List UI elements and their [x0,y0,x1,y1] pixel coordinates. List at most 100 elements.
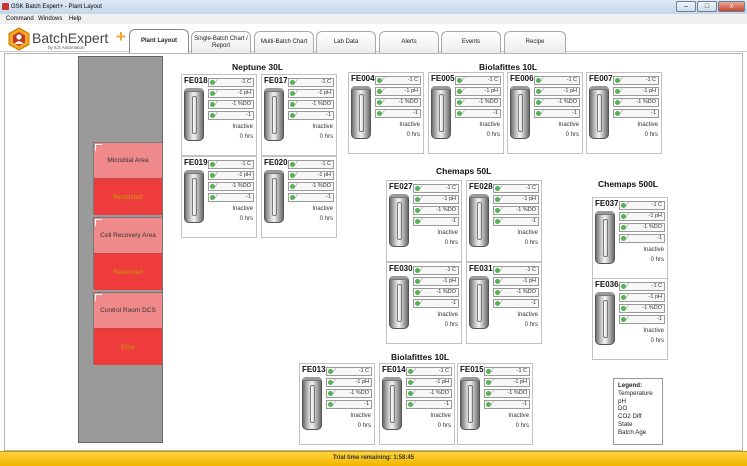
fermenter-unit[interactable]: FE004 ⁄ -1 C ⁄ -1 pH ⁄ -1 %DO ⁄ -1 Inactive 0 hrs [348,72,424,154]
tank-window [272,178,277,216]
readout-field: ⁄ -1 [375,109,421,118]
readout-value: -1 pH [435,379,449,385]
readout-field: ⁄ -1 C [493,266,539,275]
fermenter-unit[interactable]: FE014 ⁄ -1 C ⁄ -1 pH ⁄ -1 %DO ⁄ -1 Inactive 0 hrs [379,363,455,445]
readout-value: -1 C [320,79,331,85]
area-status: Restricted [94,254,162,290]
readout-field: ⁄ -1 C [288,78,334,87]
status-ok-icon [290,195,295,200]
readout-value: -1 C [240,161,251,167]
fermenter-unit[interactable]: FE020 ⁄ -1 C ⁄ -1 pH ⁄ -1 %DO ⁄ -1 Inactive 0 hrs [261,156,337,238]
slash-icon: ⁄ [542,88,543,94]
batch-age: 0 hrs [444,322,458,328]
readout-field: ⁄ -1 pH [493,277,539,286]
menu-bar: Command Windows Help [0,14,747,24]
unit-state: Inactive [637,122,658,128]
tank-lid [469,194,489,198]
fermenter-unit[interactable]: FE005 ⁄ -1 C ⁄ -1 pH ⁄ -1 %DO ⁄ -1 Inactive 0 hrs [428,72,504,154]
fermenter-unit[interactable]: FE036 ⁄ -1 C ⁄ -1 pH ⁄ -1 %DO ⁄ -1 Inactive 0 hrs [592,278,668,360]
slash-icon: ⁄ [383,99,384,105]
minimize-button[interactable]: – [676,1,696,12]
fermenter-unit[interactable]: FE018 ⁄ -1 C ⁄ -1 pH ⁄ -1 %DO ⁄ -1 Inactive 0 hrs [181,74,257,156]
area-control-room[interactable]: Control Room DCS Error [93,292,163,365]
readout-value: -1 %DO [642,224,662,230]
unit-state: Inactive [312,124,333,130]
slash-icon: ⁄ [621,110,622,116]
close-button[interactable]: x [718,1,745,12]
fermenter-unit[interactable]: FE030 ⁄ -1 C ⁄ -1 pH ⁄ -1 %DO ⁄ -1 Inactive 0 hrs [386,262,462,344]
status-ok-icon [328,369,333,374]
readout-value: -1 pH [642,88,656,94]
readout-field: ⁄ -1 %DO [413,206,459,215]
batch-age: 0 hrs [357,423,371,429]
fermenter-unit[interactable]: FE007 ⁄ -1 C ⁄ -1 pH ⁄ -1 %DO ⁄ -1 Inactive 0 hrs [586,72,662,154]
status-ok-icon [290,80,295,85]
fermenter-unit[interactable]: FE037 ⁄ -1 C ⁄ -1 pH ⁄ -1 %DO ⁄ -1 Inactive 0 hrs [592,197,668,279]
maximize-button[interactable]: □ [697,1,717,12]
readout-field: ⁄ -1 pH [208,171,254,180]
status-ok-icon [415,290,420,295]
readout-field: ⁄ -1 %DO [406,389,452,398]
tab-recipe[interactable]: Recipe [504,31,566,53]
tank-lid [302,377,322,381]
unit-name: FE027 [389,182,413,191]
fermenter-unit[interactable]: FE019 ⁄ -1 C ⁄ -1 pH ⁄ -1 %DO ⁄ -1 Inactive 0 hrs [181,156,257,238]
tank-lid [589,86,609,90]
menu-windows[interactable]: Windows [38,14,62,24]
readout-value: -1 %DO [557,99,577,105]
readout-value: -1 pH [522,278,536,284]
batch-age: 0 hrs [239,216,253,222]
readout-field: ⁄ -1 [406,400,452,409]
area-microbial[interactable]: Microbial Area Restricted [93,142,163,215]
menu-command[interactable]: Command [6,14,34,24]
tab-lab-data[interactable]: Lab Data [316,31,376,53]
fermenter-tank-icon [589,86,609,139]
tank-lid [389,194,409,198]
readout-field: ⁄ -1 %DO [375,98,421,107]
group-title: Chemaps 500L [598,179,658,189]
fermenter-unit[interactable]: FE015 ⁄ -1 C ⁄ -1 pH ⁄ -1 %DO ⁄ -1 Inactive 0 hrs [457,363,533,445]
batch-age: 0 hrs [444,240,458,246]
status-ok-icon [415,219,420,224]
status-ok-icon [408,402,413,407]
status-ok-icon [290,162,295,167]
status-ok-icon [210,113,215,118]
logo-plus: + [116,27,126,46]
status-ok-icon [495,208,500,213]
unit-name: FE014 [382,365,406,374]
readout-field: ⁄ -1 pH [288,171,334,180]
status-ok-icon [621,295,626,300]
readout-value: -1 pH [237,172,251,178]
tab-single-batch[interactable]: Single-Batch Chart / Report [191,31,251,53]
slash-icon: ⁄ [542,99,543,105]
batch-age: 0 hrs [650,338,664,344]
readout-value: -1 [451,218,456,224]
readout-field: ⁄ -1 [455,109,501,118]
fermenter-unit[interactable]: FE027 ⁄ -1 C ⁄ -1 pH ⁄ -1 %DO ⁄ -1 Inactive 0 hrs [386,180,462,262]
status-ok-icon [290,184,295,189]
fermenter-unit[interactable]: FE006 ⁄ -1 C ⁄ -1 pH ⁄ -1 %DO ⁄ -1 Inactive 0 hrs [507,72,583,154]
tab-alerts[interactable]: Alerts [379,31,439,53]
area-corner-icon [95,144,102,151]
tab-plant-layout[interactable]: Plant Layout [129,29,189,53]
fermenter-unit[interactable]: FE031 ⁄ -1 C ⁄ -1 pH ⁄ -1 %DO ⁄ -1 Inactive 0 hrs [466,262,542,344]
fermenter-unit[interactable]: FE017 ⁄ -1 C ⁄ -1 pH ⁄ -1 %DO ⁄ -1 Inactive 0 hrs [261,74,337,156]
tab-events[interactable]: Events [441,31,501,53]
slash-icon: ⁄ [216,194,217,200]
unit-name: FE019 [184,158,208,167]
readout-value: -1 %DO [231,101,251,107]
tab-multi-batch[interactable]: Multi-Batch Chart [254,31,314,53]
slash-icon: ⁄ [296,183,297,189]
readout-value: -1 [413,110,418,116]
fermenter-unit[interactable]: FE028 ⁄ -1 C ⁄ -1 pH ⁄ -1 %DO ⁄ -1 Inactive 0 hrs [466,180,542,262]
slash-icon: ⁄ [334,401,335,407]
status-ok-icon [621,225,626,230]
unit-state: Inactive [558,122,579,128]
fermenter-unit[interactable]: FE013 ⁄ -1 C ⁄ -1 pH ⁄ -1 %DO ⁄ -1 Inactive 0 hrs [299,363,375,445]
menu-help[interactable]: Help [69,14,81,24]
readout-field: ⁄ -1 pH [406,378,452,387]
slash-icon: ⁄ [501,218,502,224]
status-ok-icon [210,195,215,200]
area-cell-recovery[interactable]: Cell Recovery Area Restricted [93,217,163,290]
status-ok-icon [210,184,215,189]
